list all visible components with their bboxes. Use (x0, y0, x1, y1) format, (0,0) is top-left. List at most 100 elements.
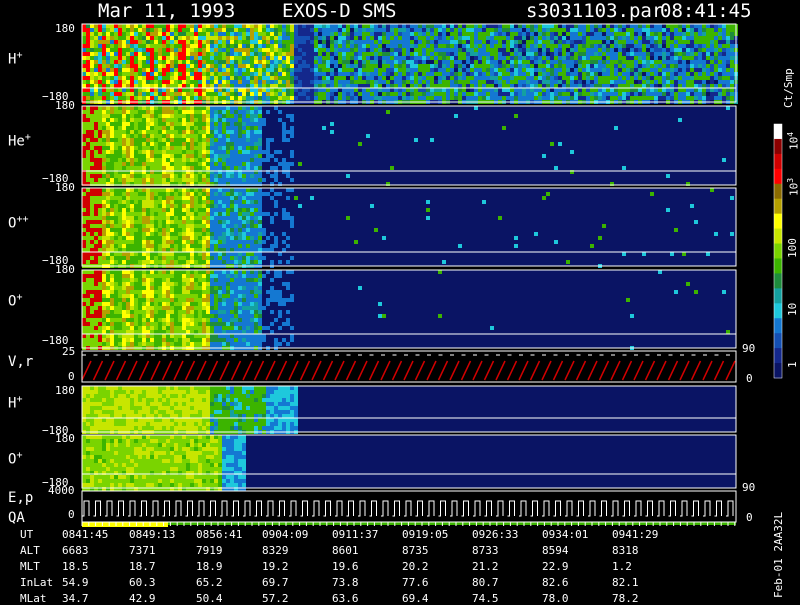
panel-label-qa: QA (8, 510, 25, 526)
ephemeris-cell: 7371 (129, 544, 156, 557)
ephemeris-cell: 0841:45 (62, 528, 109, 541)
colorbar-swatch (774, 258, 782, 274)
ytick-vr-max: 25 (62, 345, 76, 358)
ephemeris-cell: 18.5 (62, 560, 89, 573)
ephemeris-cell: 0941:29 (612, 528, 659, 541)
ephemeris-cell: 0849:13 (129, 528, 176, 541)
ephemeris-cell: 20.2 (402, 560, 429, 573)
footer-stamp: Feb-01 2AA32L (772, 511, 785, 598)
ephemeris-cell: 0926:33 (472, 528, 519, 541)
ephemeris-cell: 77.6 (402, 576, 429, 589)
ephemeris-cell: 82.1 (612, 576, 639, 589)
panel-label-h-plus-2: H+ (8, 394, 23, 412)
colorbar-swatch (774, 243, 782, 259)
ephemeris-cell: 34.7 (62, 592, 89, 605)
ephemeris-cell: 8594 (542, 544, 569, 557)
ephemeris-cell: 1.2 (612, 560, 632, 573)
colorbar-swatch (774, 273, 782, 289)
ytick-o-plus-2-max: 180 (55, 432, 75, 445)
ytick-vr-min: 0 (68, 370, 75, 383)
panel-label-o-plus-2: O+ (8, 450, 23, 468)
ephemeris-cell: 78.0 (542, 592, 569, 605)
ephemeris-cell: 82.6 (542, 576, 569, 589)
colorbar-swatch (774, 228, 782, 245)
rtick-vr-top: 90 (742, 342, 756, 355)
colorbar-tick-1000: 103 (786, 177, 800, 196)
ytick-he-plus-max: 180 (55, 99, 75, 112)
ephemeris-cell: 19.6 (332, 560, 359, 573)
ephemeris-cell: 8733 (472, 544, 499, 557)
ytick-ep-max: 4000 (48, 484, 75, 497)
ephemeris-cell: 8601 (332, 544, 359, 557)
qa-bar-flagged (82, 522, 168, 527)
colorbar-swatch (774, 348, 782, 364)
ephemeris-cell: 80.7 (472, 576, 499, 589)
ephemeris-cell: 18.7 (129, 560, 156, 573)
colorbar-swatch (774, 138, 782, 155)
ephemeris-row-label: ALT (20, 544, 40, 557)
rtick-vr-bottom: 0 (746, 372, 753, 385)
ephemeris-cell: 8318 (612, 544, 639, 557)
colorbar-swatch (774, 363, 782, 379)
colorbar-swatch (774, 288, 782, 304)
ephemeris-cell: 73.8 (332, 576, 359, 589)
panel-label-e-p: E,p (8, 490, 34, 506)
ephemeris-row-label: UT (20, 528, 34, 541)
ephemeris-cell: 78.2 (612, 592, 639, 605)
ephemeris-cell: 69.7 (262, 576, 289, 589)
colorbar-swatch (774, 213, 782, 230)
colorbar-tick-1: 1 (786, 361, 799, 368)
colorbar-swatch (774, 318, 782, 334)
colorbar-swatch (774, 333, 782, 349)
panel-label-o-plusplus: O++ (8, 214, 29, 232)
colorbar-unit: Ct/Smp (782, 68, 795, 108)
ephemeris-cell: 0934:01 (542, 528, 589, 541)
ephemeris-row-label: MLT (20, 560, 40, 573)
ep-background (82, 491, 736, 522)
rtick-ep-bottom: 0 (746, 511, 753, 524)
ephemeris-cell: 74.5 (472, 592, 499, 605)
ephemeris-cell: 21.2 (472, 560, 499, 573)
colorbar-tick-100: 100 (786, 238, 799, 258)
ephemeris-cell: 0904:09 (262, 528, 309, 541)
ephemeris-cell: 7919 (196, 544, 223, 557)
ephemeris-cell: 54.9 (62, 576, 89, 589)
ephemeris-cell: 22.9 (542, 560, 569, 573)
ytick-o-plusplus-max: 180 (55, 181, 75, 194)
ephemeris-cell: 50.4 (196, 592, 223, 605)
ytick-h-plus-2-max: 180 (55, 384, 75, 397)
ytick-ep-min: 0 (68, 508, 75, 521)
ephemeris-cell: 65.2 (196, 576, 223, 589)
ephemeris-cell: 69.4 (402, 592, 429, 605)
ephemeris-row-label: InLat (20, 576, 54, 589)
ephemeris-cell: 0919:05 (402, 528, 449, 541)
panel-label-h-plus: H+ (8, 50, 23, 68)
ephemeris-cell: 63.6 (332, 592, 359, 605)
ephemeris-row-label: MLat (20, 592, 47, 605)
colorbar-tick-10: 10 (786, 302, 799, 316)
colorbar-swatch (774, 168, 782, 185)
colorbar-swatch (774, 303, 782, 319)
ephemeris-cell: 0856:41 (196, 528, 243, 541)
ytick-h-plus-max: 180 (55, 22, 75, 35)
colorbar-swatch (774, 153, 782, 170)
colorbar-swatch (774, 198, 782, 215)
ephemeris-cell: 60.3 (129, 576, 156, 589)
colorbar-swatch (774, 124, 782, 140)
ephemeris-cell: 6683 (62, 544, 89, 557)
ephemeris-cell: 0911:37 (332, 528, 379, 541)
spectrogram-plot (81, 23, 783, 527)
colorbar-swatch (774, 183, 782, 200)
ytick-o-plus-max: 180 (55, 263, 75, 276)
panel-label-he-plus: He+ (8, 132, 31, 150)
ephemeris-cell: 8735 (402, 544, 429, 557)
colorbar-tick-10000: 104 (786, 131, 800, 150)
sms-spectrogram-display: Mar 11, 1993 EXOS-D SMS s3031103.par 08:… (0, 0, 800, 605)
ephemeris-cell: 19.2 (262, 560, 289, 573)
panel-label-o-plus: O+ (8, 292, 23, 310)
ephemeris-cell: 8329 (262, 544, 289, 557)
rtick-ep-top: 90 (742, 481, 756, 494)
ephemeris-cell: 42.9 (129, 592, 156, 605)
ephemeris-cell: 57.2 (262, 592, 289, 605)
ephemeris-cell: 18.9 (196, 560, 223, 573)
